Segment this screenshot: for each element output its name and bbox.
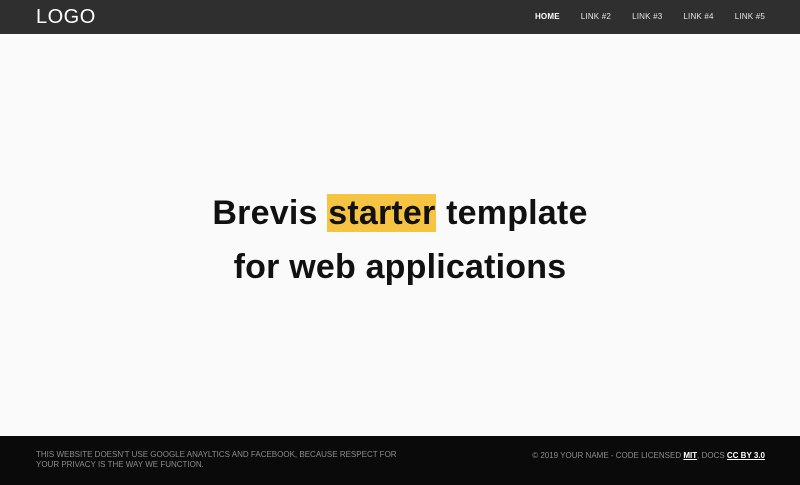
copyright-middle: , docs [697,451,727,460]
mit-license-link[interactable]: MIT [683,451,697,460]
hero-section: Brevis starter template for web applicat… [0,34,800,436]
site-footer: This website doesn't use Google Anayltic… [0,436,800,485]
nav-link-4[interactable]: LINK #4 [683,0,713,34]
hero-title-highlight: starter [327,194,437,232]
nav-link-3[interactable]: LINK #3 [632,0,662,34]
hero-title-after: template [436,194,588,232]
logo[interactable]: LOGO [36,0,96,34]
copyright-notice: © 2019 Your Name - Code licensed MIT, do… [532,450,765,461]
main-nav: HOME LINK #2 LINK #3 LINK #4 LINK #5 [514,0,765,34]
hero-title: Brevis starter template for web applicat… [212,186,587,294]
nav-link-5[interactable]: LINK #5 [735,0,765,34]
privacy-notice: This website doesn't use Google Anayltic… [36,450,397,469]
site-header: LOGO HOME LINK #2 LINK #3 LINK #4 LINK #… [0,0,800,34]
page: LOGO HOME LINK #2 LINK #3 LINK #4 LINK #… [0,0,800,485]
hero-title-line2: for web applications [233,248,567,286]
hero-title-before: Brevis [212,194,328,232]
copyright-prefix: © 2019 Your Name - Code licensed [532,451,684,460]
nav-link-home[interactable]: HOME [535,0,560,34]
cc-license-link[interactable]: CC BY 3.0 [727,451,765,460]
nav-link-2[interactable]: LINK #2 [581,0,611,34]
